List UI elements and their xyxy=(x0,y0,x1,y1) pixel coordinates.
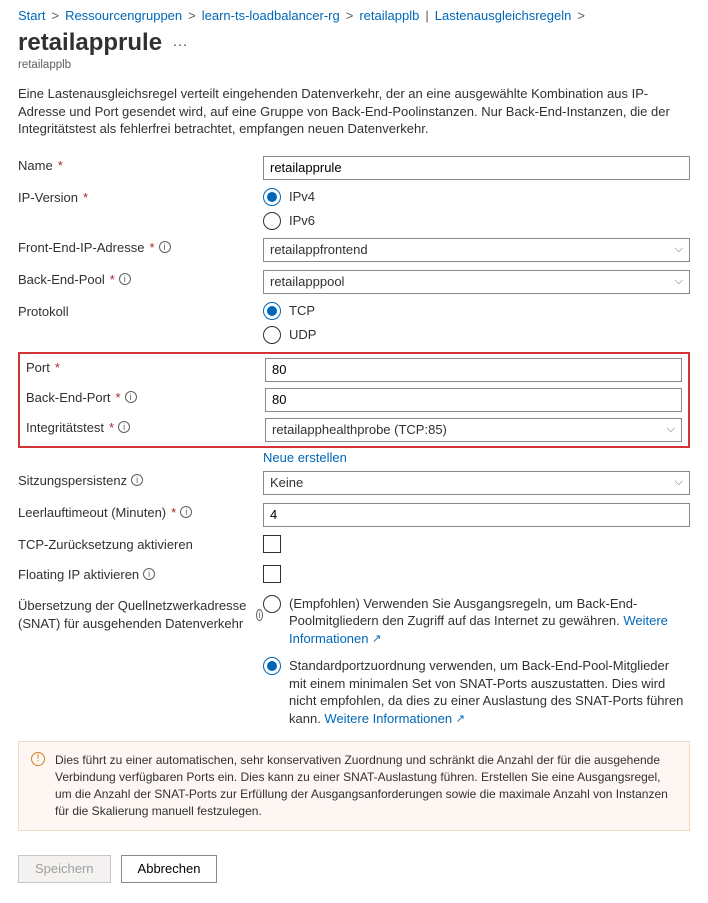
info-icon[interactable]: i xyxy=(119,273,131,285)
health-probe-select[interactable]: retailapphealthprobe (TCP:85) ⌵ xyxy=(265,418,682,442)
required-icon: * xyxy=(58,158,63,173)
warning-box: ! Dies führt zu einer automatischen, seh… xyxy=(18,741,690,830)
radio-tcp[interactable] xyxy=(263,302,281,320)
session-persistence-select[interactable]: Keine ⌵ xyxy=(263,471,690,495)
chevron-right-icon: > xyxy=(577,8,585,23)
option-udp: UDP xyxy=(289,327,316,342)
required-icon: * xyxy=(83,190,88,205)
chevron-down-icon: ⌵ xyxy=(675,275,683,288)
info-icon[interactable]: i xyxy=(180,506,192,518)
snat-option-2-text: Standardportzuordnung verwenden, um Back… xyxy=(289,657,690,727)
backend-pool-select[interactable]: retailapppool ⌵ xyxy=(263,270,690,294)
option-ipv4: IPv4 xyxy=(289,189,315,204)
floating-ip-checkbox[interactable] xyxy=(263,565,281,583)
label-protocol: Protokoll xyxy=(18,304,69,319)
external-link-icon: ↗ xyxy=(456,713,465,725)
label-session-persistence: Sitzungspersistenz xyxy=(18,473,127,488)
session-persistence-value: Keine xyxy=(270,475,303,490)
save-button[interactable]: Speichern xyxy=(18,855,111,883)
description-text: Eine Lastenausgleichsregel verteilt eing… xyxy=(18,85,690,138)
chevron-down-icon: ⌵ xyxy=(667,423,675,436)
required-icon: * xyxy=(149,240,154,255)
info-icon[interactable]: i xyxy=(118,421,130,433)
snat-more-info-link-2[interactable]: Weitere Informationen ↗ xyxy=(324,711,465,726)
info-icon[interactable]: i xyxy=(143,568,155,580)
chevron-right-icon: > xyxy=(188,8,196,23)
info-icon[interactable]: i xyxy=(131,474,143,486)
more-actions-icon[interactable]: … xyxy=(172,33,188,51)
backend-port-input[interactable] xyxy=(265,388,682,412)
required-icon: * xyxy=(109,420,114,435)
tcp-reset-checkbox[interactable] xyxy=(263,535,281,553)
snat-option-1-text: (Empfohlen) Verwenden Sie Ausgangsregeln… xyxy=(289,595,690,648)
backend-pool-value: retailapppool xyxy=(270,274,344,289)
label-backend-pool: Back-End-Pool xyxy=(18,272,105,287)
label-frontend-ip: Front-End-IP-Adresse xyxy=(18,240,144,255)
frontend-ip-value: retailappfrontend xyxy=(270,242,368,257)
option-ipv6: IPv6 xyxy=(289,213,315,228)
separator: | xyxy=(425,8,428,23)
name-input[interactable] xyxy=(263,156,690,180)
crumb-start[interactable]: Start xyxy=(18,8,45,23)
label-ip-version: IP-Version xyxy=(18,190,78,205)
info-icon[interactable]: i xyxy=(159,241,171,253)
label-snat: Übersetzung der Quellnetzwerkadresse (SN… xyxy=(18,597,252,633)
option-tcp: TCP xyxy=(289,303,315,318)
radio-udp[interactable] xyxy=(263,326,281,344)
required-icon: * xyxy=(55,360,60,375)
crumb-learn-rg[interactable]: learn-ts-loadbalancer-rg xyxy=(202,8,340,23)
chevron-down-icon: ⌵ xyxy=(675,243,683,256)
external-link-icon: ↗ xyxy=(372,633,381,645)
label-port: Port xyxy=(26,360,50,375)
label-backend-port: Back-End-Port xyxy=(26,390,111,405)
frontend-ip-select[interactable]: retailappfrontend ⌵ xyxy=(263,238,690,262)
label-tcp-reset: TCP-Zurücksetzung aktivieren xyxy=(18,537,193,552)
required-icon: * xyxy=(116,390,121,405)
crumb-resource-groups[interactable]: Ressourcengruppen xyxy=(65,8,182,23)
radio-ipv6[interactable] xyxy=(263,212,281,230)
radio-snat-default-port[interactable] xyxy=(263,657,281,675)
crumb-lb-rules[interactable]: Lastenausgleichsregeln xyxy=(435,8,572,23)
breadcrumb: Start > Ressourcengruppen > learn-ts-loadb… xyxy=(18,0,690,27)
page-title: retailapprule xyxy=(18,29,162,57)
radio-ipv4[interactable] xyxy=(263,188,281,206)
highlighted-section: Port* Back-End-Port* i Integritätstest* … xyxy=(18,352,690,448)
info-icon[interactable]: i xyxy=(125,391,137,403)
health-probe-value: retailapphealthprobe (TCP:85) xyxy=(272,422,447,437)
label-floating-ip: Floating IP aktivieren xyxy=(18,567,139,582)
label-name: Name xyxy=(18,158,53,173)
warning-icon: ! xyxy=(31,752,45,766)
crumb-retailapplb[interactable]: retailapplb xyxy=(359,8,419,23)
warning-text: Dies führt zu einer automatischen, sehr … xyxy=(55,752,677,819)
create-new-link[interactable]: Neue erstellen xyxy=(263,450,347,465)
idle-timeout-input[interactable] xyxy=(263,503,690,527)
radio-snat-outbound-rules[interactable] xyxy=(263,595,281,613)
chevron-down-icon: ⌵ xyxy=(675,476,683,489)
required-icon: * xyxy=(171,505,176,520)
label-health-probe: Integritätstest xyxy=(26,420,104,435)
required-icon: * xyxy=(110,272,115,287)
chevron-right-icon: > xyxy=(346,8,354,23)
cancel-button[interactable]: Abbrechen xyxy=(121,855,218,883)
page-subtitle: retailapplb xyxy=(18,59,690,71)
label-idle-timeout: Leerlauftimeout (Minuten) xyxy=(18,505,166,520)
port-input[interactable] xyxy=(265,358,682,382)
info-icon[interactable]: i xyxy=(256,609,263,621)
chevron-right-icon: > xyxy=(51,8,59,23)
